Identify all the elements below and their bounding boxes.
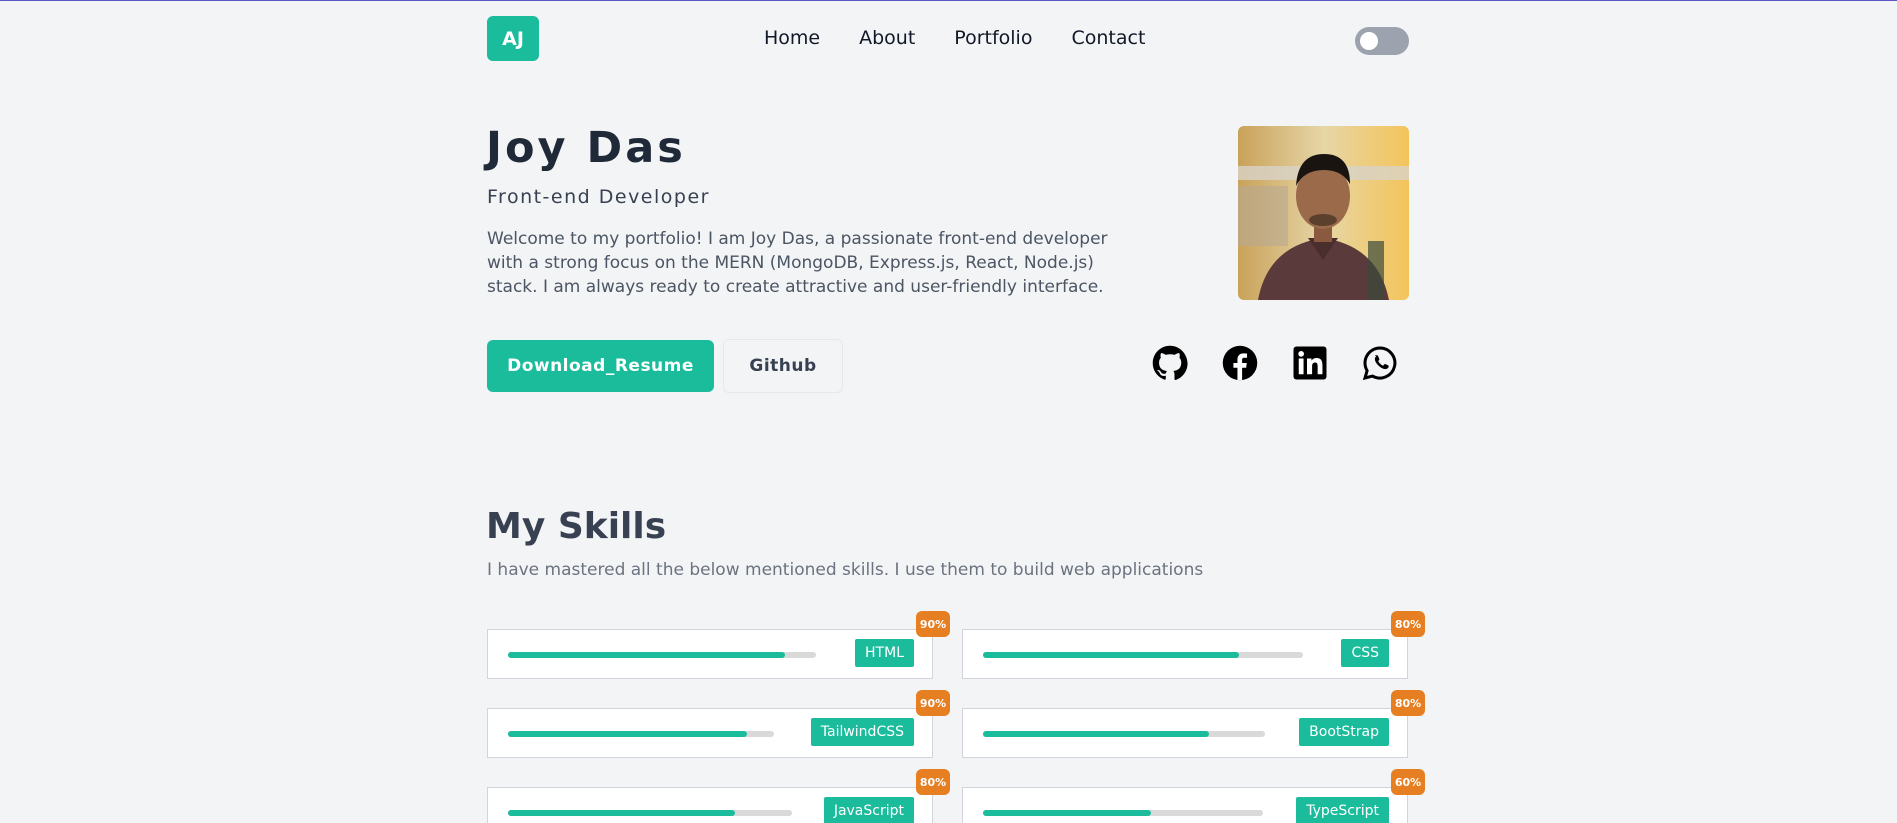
social-links [1152,345,1398,381]
nav-link-portfolio[interactable]: Portfolio [954,27,1032,49]
skill-name: CSS [1341,639,1389,667]
whatsapp-icon-glyph [1362,346,1397,381]
skill-name: HTML [855,639,914,667]
skill-percent-badge: 80% [1391,690,1425,716]
skill-percent-badge: 80% [916,769,950,795]
nav-link-home[interactable]: Home [764,27,820,49]
skill-progress-track [983,652,1303,658]
skill-percent-badge: 90% [916,611,950,637]
skill-progress-fill [983,731,1209,737]
github-icon-glyph [1152,345,1188,380]
github-button[interactable]: Github [723,339,843,393]
skill-card-bootstrap: BootStrap 80% [962,690,1425,758]
skill-card-css: CSS 80% [962,611,1425,679]
site-logo[interactable]: AJ [487,16,539,61]
portfolio-page: AJ Home About Portfolio Contact Joy Das … [0,0,1897,823]
top-navbar: AJ Home About Portfolio Contact [0,1,1897,81]
nav-link-about[interactable]: About [859,27,915,49]
facebook-icon-glyph [1222,345,1258,381]
skill-progress-fill [508,810,736,816]
skill-progress-track [983,731,1265,737]
theme-toggle[interactable] [1355,27,1409,55]
hero-name: Joy Das [486,123,686,173]
skill-name: TailwindCSS [810,718,914,746]
skill-card-typescript: TypeScript 60% [962,769,1425,823]
skill-name: JavaScript [823,797,914,823]
download-resume-button[interactable]: Download_Resume [487,340,714,392]
skills-title: My Skills [486,506,667,547]
skill-progress-track [508,810,792,816]
linkedin-icon[interactable] [1292,345,1328,381]
profile-photo-illustration [1238,126,1409,300]
skill-name: TypeScript [1296,797,1389,823]
skill-progress-fill [983,810,1151,816]
facebook-icon[interactable] [1222,345,1258,381]
nav-links: Home About Portfolio Contact [764,27,1145,49]
skill-percent-badge: 60% [1391,769,1425,795]
theme-toggle-knob [1360,32,1378,50]
hero-role: Front-end Developer [487,186,710,208]
nav-link-contact[interactable]: Contact [1071,27,1145,49]
skills-subtitle: I have mastered all the below mentioned … [487,560,1204,580]
skill-progress-track [508,731,774,737]
skill-progress-fill [983,652,1239,658]
profile-photo [1238,126,1409,300]
linkedin-icon-glyph [1293,346,1327,380]
skill-card-html: HTML 90% [487,611,950,679]
skill-progress-fill [508,652,786,658]
skill-card-tailwindcss: TailwindCSS 90% [487,690,950,758]
skill-card-javascript: JavaScript 80% [487,769,950,823]
skill-percent-badge: 90% [916,690,950,716]
whatsapp-icon[interactable] [1362,345,1398,381]
skill-percent-badge: 80% [1391,611,1425,637]
skill-progress-fill [508,731,748,737]
github-icon[interactable] [1152,345,1188,381]
skill-progress-track [508,652,816,658]
skill-name: BootStrap [1299,718,1389,746]
skill-progress-track [983,810,1263,816]
hero-description: Welcome to my portfolio! I am Joy Das, a… [487,229,1108,297]
